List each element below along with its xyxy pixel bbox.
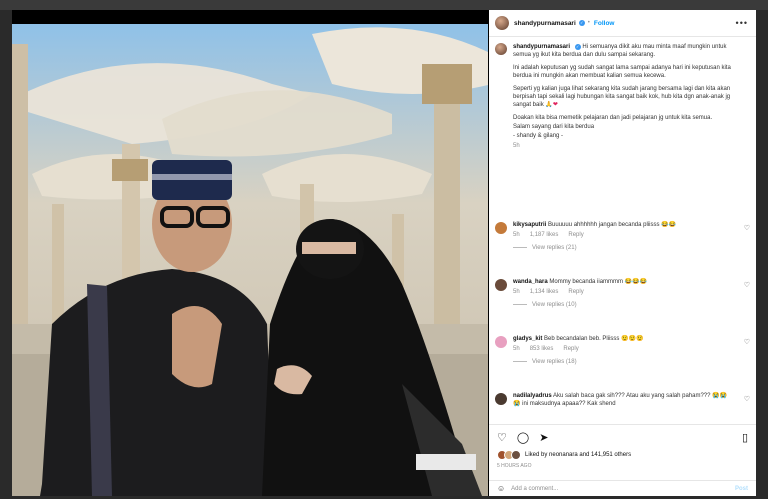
heart-icon[interactable]: ♡: [497, 431, 507, 444]
commenter-avatar[interactable]: [495, 279, 507, 291]
comment-text: Mommy becanda iiammmm: [549, 279, 624, 285]
photo-illustration: [12, 27, 488, 496]
comment-text: Buuuuuu ahhhhhh jangan becanda pliisss: [548, 222, 660, 228]
commenter-avatar[interactable]: [495, 222, 507, 234]
caption-timestamp: 5h: [513, 143, 520, 149]
liker-avatar: [511, 450, 521, 460]
comment-likes[interactable]: 1,187 likes: [530, 232, 559, 238]
post-comment-button[interactable]: Post: [735, 486, 748, 492]
caption-username[interactable]: shandypurnamasari: [513, 44, 570, 50]
comment-time: 5h: [513, 345, 520, 352]
verified-badge-icon: ✓: [574, 44, 581, 50]
share-icon[interactable]: ➤: [539, 431, 548, 444]
comment-time: 5h: [513, 231, 520, 238]
likes-summary: Liked by neonanara and 141,951 others: [489, 444, 756, 460]
comment-heart-icon[interactable]: ♡: [744, 281, 750, 289]
post-photo: [12, 24, 488, 496]
post-actions-bar: ♡ ◯ ➤ ▯ Liked by neonanara and 141,951 o…: [489, 424, 756, 469]
window-topbar: [0, 0, 768, 10]
view-replies-link[interactable]: View replies (21): [513, 245, 750, 251]
caption-paragraph-6: - shandy & gilang -: [513, 133, 564, 139]
liked-by-text[interactable]: Liked by neonanara and 141,951 others: [525, 452, 631, 458]
view-replies-link[interactable]: View replies (18): [513, 359, 750, 365]
reply-button[interactable]: Reply: [568, 289, 583, 295]
comment-username[interactable]: kikysaputrii: [513, 222, 546, 228]
bookmark-icon[interactable]: ▯: [742, 431, 748, 444]
commenter-avatar[interactable]: [495, 336, 507, 348]
comment-username[interactable]: wanda_hara: [513, 279, 548, 285]
comment-username[interactable]: nadilalyadrus: [513, 393, 552, 399]
reply-button[interactable]: Reply: [568, 232, 583, 238]
emoji-icon[interactable]: ☺: [497, 484, 505, 493]
reply-button[interactable]: Reply: [563, 346, 578, 352]
instagram-post-frame: shandypurnamasari ✓ • Follow ••• shandyp…: [12, 10, 756, 496]
comment-heart-icon[interactable]: ♡: [744, 395, 750, 403]
comment-emoji: 😂😂😂: [624, 279, 648, 285]
comment-item: nadilalyadrus Aku salah baca gak sih??? …: [495, 393, 750, 408]
comment-emoji: 😂😂: [661, 222, 677, 228]
comment-item: kikysaputrii Buuuuuu ahhhhhh jangan beca…: [495, 222, 750, 251]
comment-heart-icon[interactable]: ♡: [744, 224, 750, 232]
comment-emoji: 😟😟😟: [621, 336, 644, 342]
post-header: shandypurnamasari ✓ • Follow •••: [489, 10, 756, 37]
comment-text: Beb becandalan beb. Pliisss: [544, 336, 620, 342]
comment-time: 5h: [513, 288, 520, 295]
comment-likes[interactable]: 1,134 likes: [530, 289, 559, 295]
comment-item: wanda_hara Mommy becanda iiammmm 😂😂😂 5h 1…: [495, 279, 750, 308]
post-caption: shandypurnamasari ✓ Hi semuanya dikit ak…: [489, 37, 756, 150]
post-age: 5 HOURS AGO: [497, 463, 532, 469]
add-comment-input[interactable]: Add a comment...: [511, 486, 558, 492]
more-options-icon[interactable]: •••: [736, 18, 748, 28]
author-username[interactable]: shandypurnamasari: [514, 20, 576, 27]
comment-username[interactable]: gladys_kit: [513, 336, 542, 342]
caption-avatar[interactable]: [495, 43, 507, 55]
commenter-avatar[interactable]: [495, 393, 507, 405]
author-avatar[interactable]: [495, 16, 509, 30]
comment-heart-icon[interactable]: ♡: [744, 338, 750, 346]
add-comment-bar: ☺ Add a comment... Post: [489, 480, 756, 496]
verified-badge-icon: ✓: [578, 20, 585, 26]
comment-item: gladys_kit Beb becandalan beb. Pliisss 😟…: [495, 336, 750, 365]
comment-icon[interactable]: ◯: [517, 431, 529, 444]
separator-dot: •: [587, 20, 590, 26]
caption-paragraph-2: Ini adalah keputusan yg sudah sangat lam…: [513, 65, 731, 79]
praying-heart-emoji-icon: 🙏❤: [545, 102, 558, 108]
comment-likes[interactable]: 853 likes: [530, 346, 554, 352]
caption-paragraph-5: Salam sayang dari kita berdua: [513, 124, 595, 130]
view-replies-link[interactable]: View replies (10): [513, 302, 750, 308]
post-side-panel: shandypurnamasari ✓ • Follow ••• shandyp…: [489, 10, 756, 496]
follow-button[interactable]: Follow: [594, 20, 615, 27]
caption-paragraph-4: Doakan kita bisa memetik pelajaran dan j…: [513, 115, 713, 121]
